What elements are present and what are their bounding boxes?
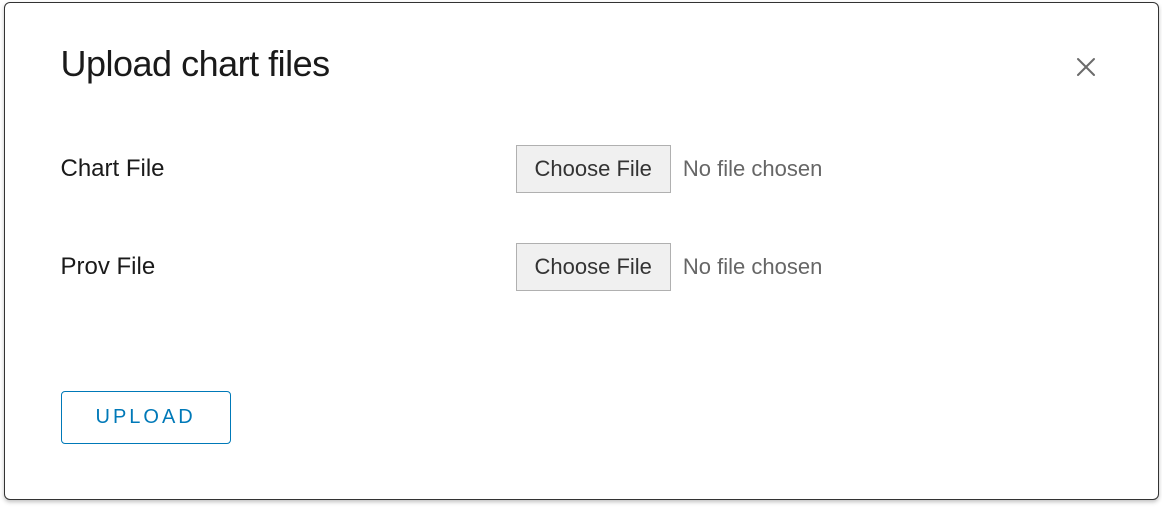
prov-file-choose-button[interactable]: Choose File bbox=[516, 243, 671, 291]
prov-file-label: Prov File bbox=[61, 253, 516, 281]
chart-file-status: No file chosen bbox=[683, 156, 822, 182]
prov-file-input-wrap: Choose File No file chosen bbox=[516, 243, 823, 291]
close-button[interactable] bbox=[1070, 51, 1102, 83]
upload-chart-files-modal: Upload chart files Chart File Choose Fil… bbox=[4, 2, 1159, 500]
upload-button[interactable]: UPLOAD bbox=[61, 391, 231, 444]
modal-header: Upload chart files bbox=[61, 43, 1102, 85]
chart-file-input-wrap: Choose File No file chosen bbox=[516, 145, 823, 193]
prov-file-row: Prov File Choose File No file chosen bbox=[61, 243, 1102, 291]
modal-title: Upload chart files bbox=[61, 43, 330, 85]
prov-file-status: No file chosen bbox=[683, 254, 822, 280]
chart-file-label: Chart File bbox=[61, 155, 516, 183]
chart-file-row: Chart File Choose File No file chosen bbox=[61, 145, 1102, 193]
close-icon bbox=[1074, 55, 1098, 79]
chart-file-choose-button[interactable]: Choose File bbox=[516, 145, 671, 193]
